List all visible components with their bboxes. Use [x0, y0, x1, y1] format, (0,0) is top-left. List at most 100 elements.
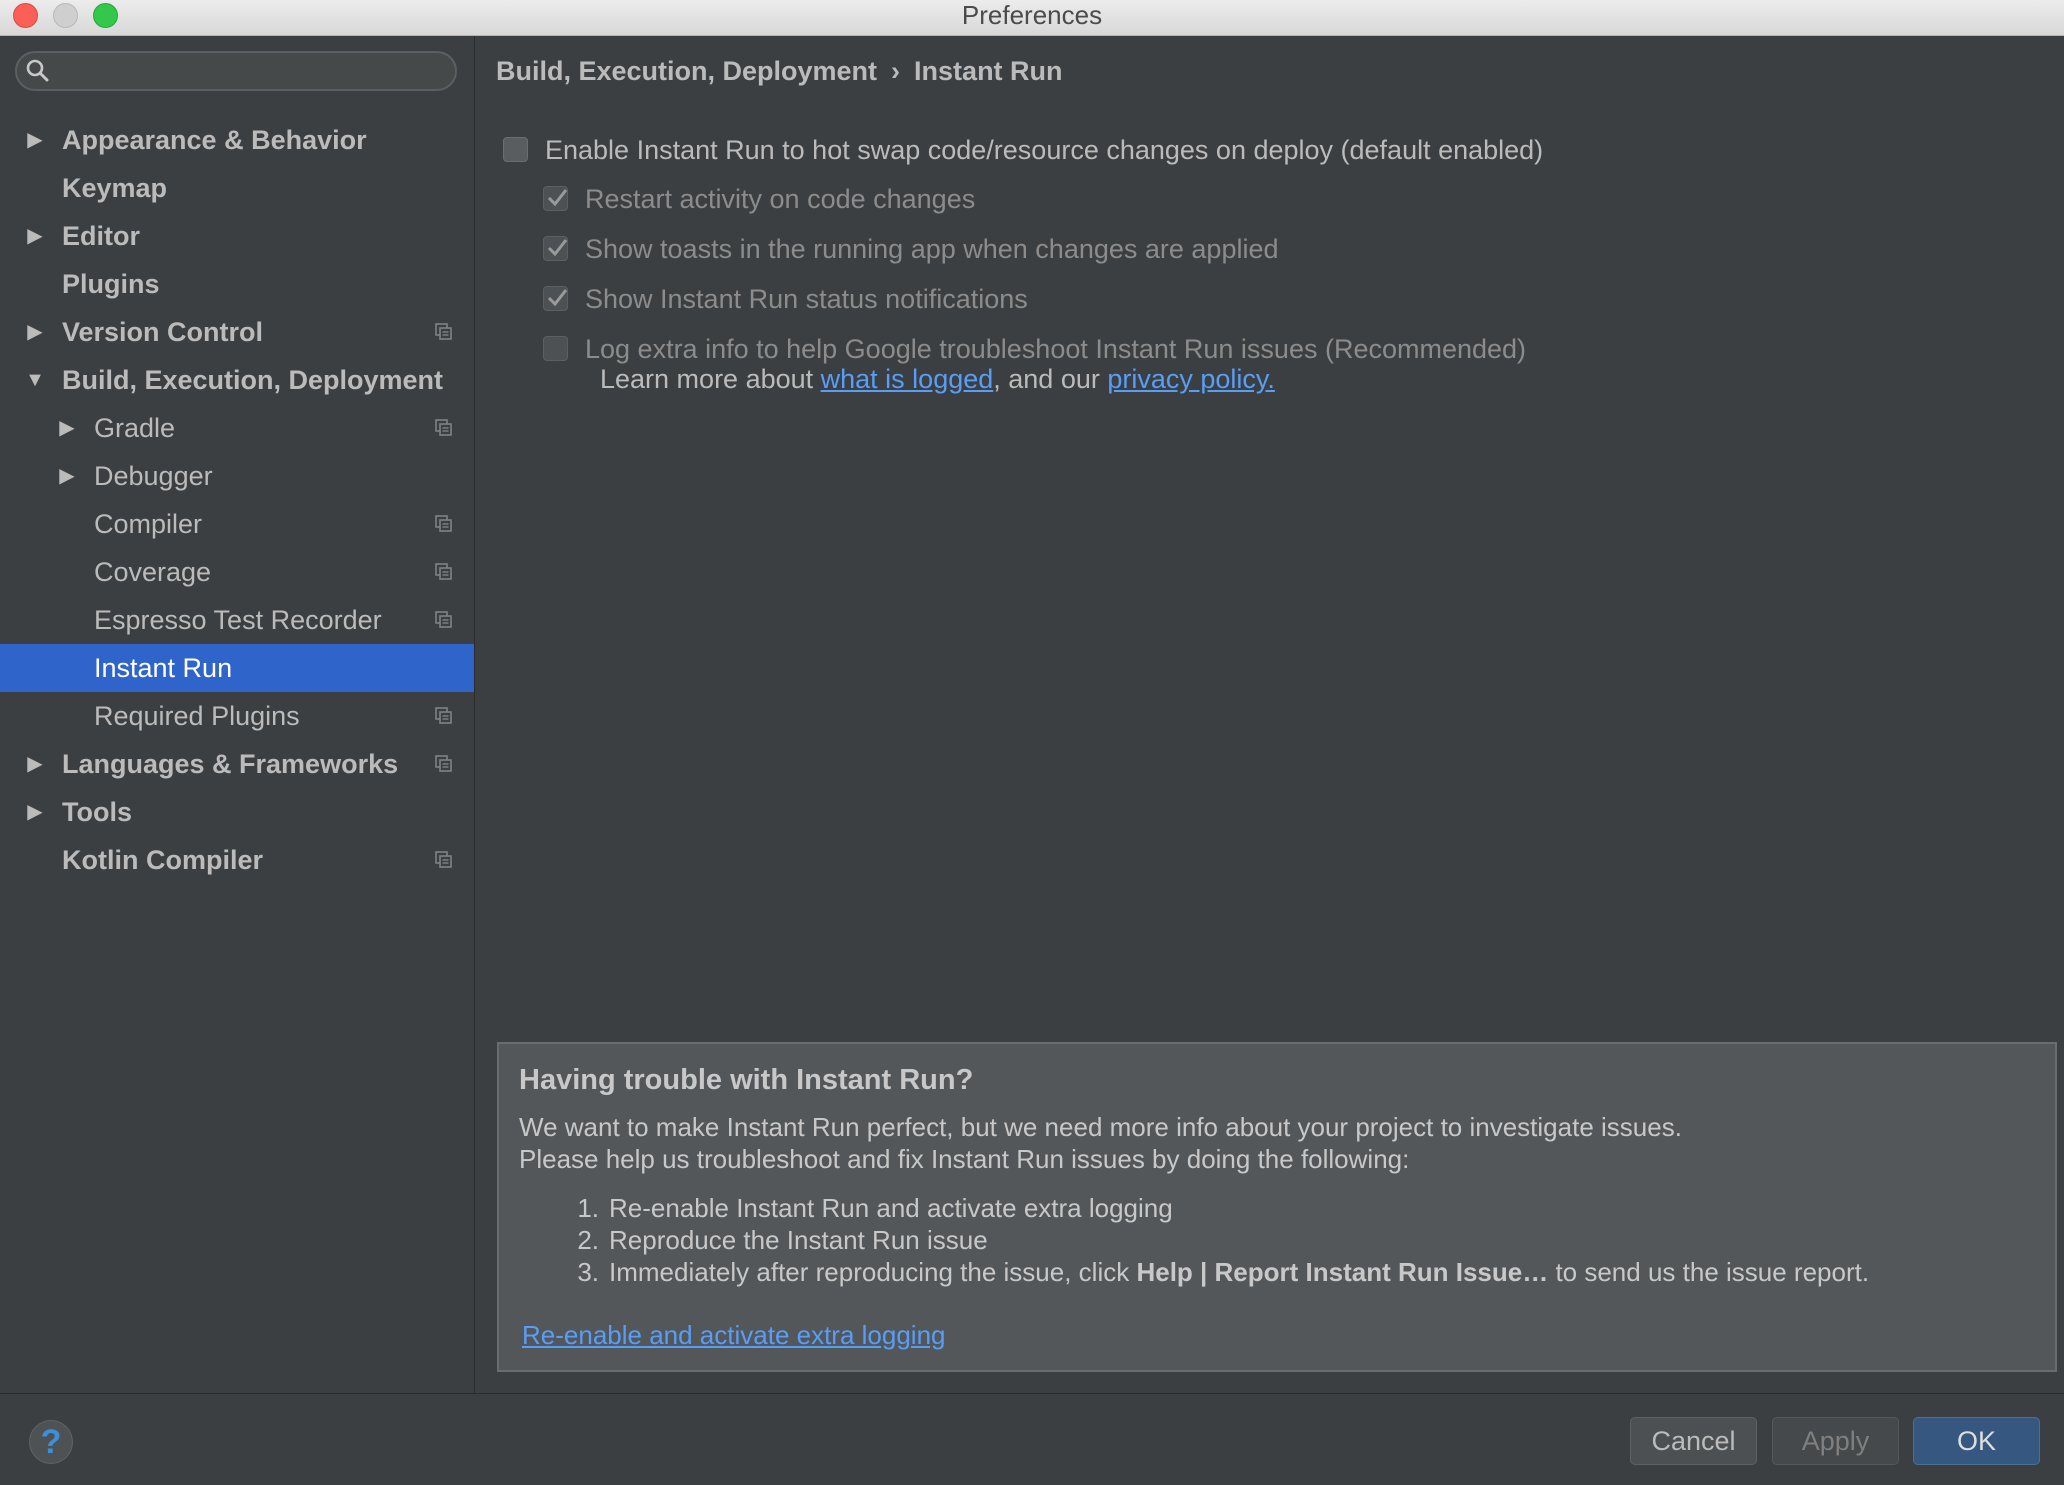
- help-panel: Having trouble with Instant Run? We want…: [497, 1042, 2057, 1372]
- sidebar-item[interactable]: ▶ Gradle: [0, 404, 474, 452]
- settings-tree: ▶ Appearance & Behavior Keymap ▶ Editor Plugi…: [0, 116, 474, 884]
- help-panel-line-1: We want to make Instant Run perfect, but…: [519, 1112, 1682, 1142]
- sidebar-item[interactable]: Kotlin Compiler: [0, 836, 474, 884]
- project-level-icon: [435, 515, 452, 532]
- sidebar-item-label: Required Plugins: [94, 701, 300, 731]
- expand-arrow-icon[interactable]: ▶: [24, 308, 46, 356]
- checkbox-checked[interactable]: [543, 186, 568, 211]
- privacy-policy-link[interactable]: privacy policy.: [1107, 364, 1275, 394]
- project-level-icon: [435, 419, 452, 436]
- project-level-icon: [435, 563, 452, 580]
- sidebar-item-label: Espresso Test Recorder: [94, 605, 382, 635]
- step-text: Re-enable Instant Run and activate extra…: [609, 1193, 1173, 1223]
- sidebar-item[interactable]: Compiler: [0, 500, 474, 548]
- sidebar-item-label: Tools: [62, 797, 132, 827]
- question-mark-icon: ?: [40, 1423, 62, 1461]
- step-number: 3.: [577, 1257, 599, 1287]
- sidebar-item[interactable]: Instant Run: [0, 644, 474, 692]
- learn-more-text: Learn more about what is logged, and our…: [600, 364, 1275, 395]
- project-level-icon: [435, 611, 452, 628]
- step-number: 2.: [577, 1225, 599, 1255]
- expand-arrow-icon[interactable]: ▶: [24, 116, 46, 164]
- sidebar-item-label: Appearance & Behavior: [62, 125, 367, 155]
- sidebar-item[interactable]: ▶ Appearance & Behavior: [0, 116, 474, 164]
- sidebar-item-label: Keymap: [62, 173, 168, 203]
- project-level-icon: [435, 707, 452, 724]
- help-panel-line-2: Please help us troubleshoot and fix Inst…: [519, 1144, 1410, 1174]
- sidebar-item-label: Coverage: [94, 557, 212, 587]
- collapse-arrow-icon[interactable]: ▼: [24, 356, 46, 404]
- project-level-icon: [435, 851, 452, 868]
- dialog-button-bar: ? Cancel Apply OK: [0, 1393, 2064, 1485]
- step-text: Reproduce the Instant Run issue: [609, 1225, 988, 1255]
- sidebar-item[interactable]: ▶ Debugger: [0, 452, 474, 500]
- report-issue-menu-path: Help | Report Instant Run Issue…: [1136, 1257, 1549, 1287]
- help-button[interactable]: ?: [29, 1420, 73, 1464]
- sidebar-item-label: Version Control: [62, 317, 264, 347]
- sidebar-item-label: Instant Run: [94, 653, 233, 683]
- sidebar-item-label: Build, Execution, Deployment: [62, 365, 444, 395]
- checkbox[interactable]: [503, 137, 528, 162]
- sidebar-item[interactable]: Plugins: [0, 260, 474, 308]
- expand-arrow-icon[interactable]: ▶: [24, 212, 46, 260]
- sidebar-item-label: Editor: [62, 221, 140, 251]
- sidebar-item-label: Gradle: [94, 413, 176, 443]
- expand-arrow-icon[interactable]: ▶: [24, 740, 46, 788]
- sidebar-item[interactable]: ▼ Build, Execution, Deployment: [0, 356, 474, 404]
- what-is-logged-link[interactable]: what is logged: [821, 364, 994, 394]
- checkbox-checked[interactable]: [543, 286, 568, 311]
- help-panel-title: Having trouble with Instant Run?: [519, 1064, 974, 1096]
- breadcrumb: Build, Execution, Deployment › Instant Run: [496, 56, 1063, 87]
- sidebar-item-label: Languages & Frameworks: [62, 749, 399, 779]
- step-text-before: Immediately after reproducing the issue,…: [609, 1257, 1137, 1287]
- checkbox-checked[interactable]: [543, 236, 568, 261]
- title-bar: Preferences: [0, 0, 2064, 36]
- search-input[interactable]: [61, 57, 445, 87]
- project-level-icon: [435, 323, 452, 340]
- sidebar-item[interactable]: ▶ Editor: [0, 212, 474, 260]
- checkmark-icon: [547, 289, 568, 307]
- window-title: Preferences: [961, 0, 1103, 30]
- expand-arrow-icon[interactable]: ▶: [56, 452, 78, 500]
- sidebar-item[interactable]: Keymap: [0, 164, 474, 212]
- settings-sidebar: ▶ Appearance & Behavior Keymap ▶ Editor Plugi…: [0, 36, 475, 1393]
- sidebar-item[interactable]: ▶ Version Control: [0, 308, 474, 356]
- help-step: 2. Reproduce the Instant Run issue: [565, 1224, 1869, 1256]
- sidebar-item-label: Plugins: [62, 269, 160, 299]
- sidebar-item[interactable]: Coverage: [0, 548, 474, 596]
- option-label: Show Instant Run status notifications: [585, 284, 1028, 314]
- cancel-button[interactable]: Cancel: [1630, 1417, 1757, 1465]
- step-text-after: to send us the issue report.: [1548, 1257, 1870, 1287]
- expand-arrow-icon[interactable]: ▶: [56, 404, 78, 452]
- checkmark-icon: [547, 239, 568, 257]
- project-level-icon: [435, 755, 452, 772]
- search-icon: [26, 59, 49, 82]
- settings-content: Build, Execution, Deployment › Instant Run…: [475, 36, 2064, 1393]
- sidebar-item[interactable]: Espresso Test Recorder: [0, 596, 474, 644]
- breadcrumb-parent: Build, Execution, Deployment: [496, 56, 878, 86]
- sidebar-item[interactable]: Required Plugins: [0, 692, 474, 740]
- option-label: Enable Instant Run to hot swap code/reso…: [545, 135, 1544, 165]
- apply-button[interactable]: Apply: [1772, 1417, 1899, 1465]
- learn-more-middle: , and our: [993, 364, 1108, 394]
- sidebar-item-label: Compiler: [94, 509, 203, 539]
- option-label: Show toasts in the running app when chan…: [585, 234, 1279, 264]
- breadcrumb-separator: ›: [891, 56, 901, 86]
- sidebar-item[interactable]: ▶ Languages & Frameworks: [0, 740, 474, 788]
- checkmark-icon: [547, 189, 568, 207]
- option-label: Restart activity on code changes: [585, 184, 976, 214]
- ok-button[interactable]: OK: [1913, 1417, 2040, 1465]
- reenable-logging-link[interactable]: Re-enable and activate extra logging: [522, 1320, 946, 1351]
- sidebar-item-label: Debugger: [94, 461, 213, 491]
- sidebar-item-label: Kotlin Compiler: [62, 845, 263, 875]
- search-box[interactable]: [15, 51, 457, 91]
- preferences-window: Preferences ▶ Appearance & Behavior Keymap…: [0, 0, 2064, 1485]
- expand-arrow-icon[interactable]: ▶: [24, 788, 46, 836]
- option-label: Log extra info to help Google troublesho…: [585, 334, 1527, 364]
- checkbox[interactable]: [543, 336, 568, 361]
- learn-more-prefix: Learn more about: [600, 364, 821, 394]
- help-steps: 1. Re-enable Instant Run and activate ext…: [565, 1192, 1869, 1288]
- sidebar-item[interactable]: ▶ Tools: [0, 788, 474, 836]
- breadcrumb-current: Instant Run: [914, 56, 1063, 86]
- help-step: 3. Immediately after reproducing the issu…: [565, 1256, 1869, 1288]
